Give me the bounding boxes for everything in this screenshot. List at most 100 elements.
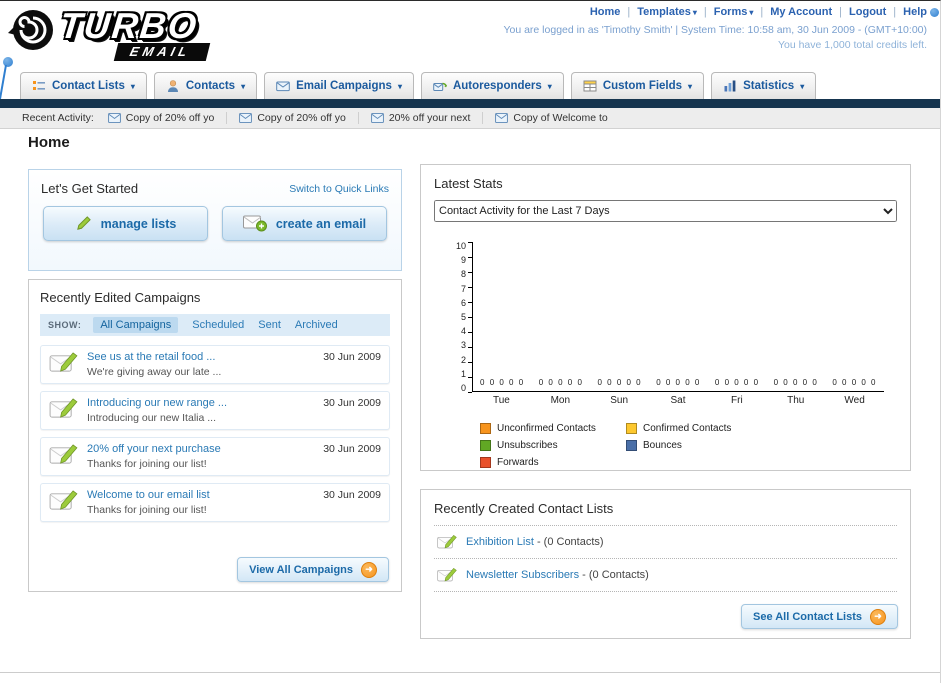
arrow-right-icon: ➜: [870, 608, 886, 625]
envelope-pencil-icon: [437, 534, 457, 549]
recent-activity-item[interactable]: 20% off your next: [370, 112, 484, 124]
campaign-title-link[interactable]: Introducing our new range ...: [87, 397, 314, 409]
x-tick-label: Sun: [610, 395, 629, 406]
y-tick-label: 4: [460, 326, 466, 337]
chevron-down-icon: ▾: [800, 81, 805, 91]
y-tick-label: 9: [460, 255, 466, 266]
switch-quick-links-link[interactable]: Switch to Quick Links: [289, 183, 389, 195]
latest-stats-panel: Latest Stats Contact Activity for the La…: [420, 164, 911, 471]
top-nav-link[interactable]: Forms ▾: [714, 6, 771, 18]
envelope-icon: [370, 113, 384, 123]
recent-activity-item[interactable]: Copy of 20% off yo: [239, 112, 359, 124]
recent-activity-items: Copy of 20% off yo Copy of 20% off yo 20% …: [107, 112, 632, 124]
arrow-right-icon: ➜: [361, 561, 377, 578]
chart-day-group: 0 0 0 0 0: [649, 376, 708, 391]
campaign-row[interactable]: Introducing our new range ... Introducin…: [40, 391, 390, 430]
legend-label: Unsubscribes: [497, 440, 558, 451]
see-all-contact-lists-button[interactable]: See All Contact Lists ➜: [740, 604, 898, 629]
top-nav-link[interactable]: Templates ▾: [637, 6, 713, 18]
custom-fields-icon: [583, 79, 597, 93]
header: TURBO EMAIL HomeTemplates▾Forms▾My Accou…: [0, 1, 940, 107]
nav-tabs: Contact Lists ▾ Contacts ▾ Email Campaig…: [0, 69, 940, 99]
legend-item: Bounces: [626, 440, 772, 451]
campaign-rows: See us at the retail food ... We're givi…: [40, 345, 390, 522]
recent-activity-bar: Recent Activity: Copy of 20% off yo Copy …: [0, 108, 940, 129]
campaign-title-link[interactable]: 20% off your next purchase: [87, 443, 314, 455]
campaign-filter-tab[interactable]: Sent: [258, 319, 281, 331]
legend-label: Bounces: [643, 440, 682, 451]
envelope-icon: [239, 113, 253, 123]
campaign-filter-tab[interactable]: All Campaigns: [93, 317, 179, 333]
nav-tab-custom-fields[interactable]: Custom Fields ▾: [570, 72, 705, 99]
campaign-subtitle: We're giving away our late ...: [87, 366, 222, 378]
campaign-date: 30 Jun 2009: [323, 351, 381, 363]
campaigns-panel-title: Recently Edited Campaigns: [40, 290, 201, 305]
footer-divider: [0, 672, 940, 673]
view-all-campaigns-button[interactable]: View All Campaigns ➜: [237, 557, 389, 582]
envelope-icon: [495, 113, 509, 123]
legend-item: Confirmed Contacts: [626, 423, 772, 434]
recently-edited-campaigns-panel: Recently Edited Campaigns SHOW: All Camp…: [28, 279, 402, 592]
envelope-pencil-icon: [49, 352, 78, 372]
chart-day-group: 0 0 0 0 0: [590, 376, 649, 391]
campaign-filters-bar: SHOW: All Campaigns Scheduled Sent Archived: [40, 314, 390, 336]
create-email-button[interactable]: create an email: [222, 206, 387, 241]
nav-tab-label: Contact Lists: [52, 80, 125, 92]
campaign-filter-tab[interactable]: Archived: [295, 319, 338, 331]
envelope-plus-icon: [242, 215, 267, 232]
manage-lists-button[interactable]: manage lists: [43, 206, 208, 241]
app-logo[interactable]: TURBO EMAIL: [8, 5, 278, 63]
y-tick-label: 8: [460, 269, 466, 280]
nav-tab-contacts[interactable]: Contacts ▾: [153, 72, 258, 99]
campaign-date: 30 Jun 2009: [323, 397, 381, 409]
contact-list-item[interactable]: Exhibition List - (0 Contacts): [434, 525, 897, 558]
logo-wordmark: TURBO: [57, 5, 201, 46]
help-bubble-dot-icon[interactable]: [930, 8, 939, 17]
stats-panel-title: Latest Stats: [434, 176, 503, 191]
contact-list-link[interactable]: Exhibition List: [466, 536, 534, 548]
recent-activity-label: Recent Activity:: [22, 112, 94, 124]
x-tick-label: Tue: [492, 395, 510, 406]
top-nav-link[interactable]: Logout: [849, 6, 903, 18]
application-window: TURBO EMAIL HomeTemplates▾Forms▾My Accou…: [0, 0, 941, 683]
nav-tab-contact-lists[interactable]: Contact Lists ▾: [20, 72, 147, 99]
campaign-row[interactable]: 20% off your next purchase Thanks for jo…: [40, 437, 390, 476]
session-info: You are logged in as 'Timothy Smith' | S…: [503, 24, 927, 36]
legend-swatch: [480, 423, 491, 434]
chevron-down-icon: ▾: [688, 81, 693, 91]
main-navigation: Contact Lists ▾ Contacts ▾ Email Campaig…: [0, 69, 940, 108]
contact-list-item[interactable]: Newsletter Subscribers - (0 Contacts): [434, 558, 897, 591]
chevron-down-icon: ▾: [749, 8, 754, 17]
statistics-icon: [723, 79, 737, 93]
chart-value-labels: 0 0 0 0 0: [832, 378, 877, 387]
campaign-title-link[interactable]: See us at the retail food ...: [87, 351, 314, 363]
recent-activity-item[interactable]: Copy of 20% off yo: [107, 112, 228, 124]
nav-tab-autoresponders[interactable]: Autoresponders ▾: [420, 72, 564, 99]
top-nav-link[interactable]: My Account: [770, 6, 849, 18]
campaign-row[interactable]: See us at the retail food ... We're givi…: [40, 345, 390, 384]
chevron-down-icon: ▾: [547, 81, 552, 91]
contact-lists-panel-title: Recently Created Contact Lists: [434, 501, 614, 516]
chart-day-group: 0 0 0 0 0: [532, 376, 591, 391]
contact-list-link[interactable]: Newsletter Subscribers: [466, 569, 579, 581]
envelope-pencil-icon: [49, 490, 78, 510]
contact-lists-icon: [32, 79, 46, 93]
stats-range-select[interactable]: Contact Activity for the Last 7 Days: [434, 200, 897, 222]
page-title: Home: [28, 134, 70, 151]
nav-tab-label: Contacts: [185, 80, 236, 92]
chart-day-group: 0 0 0 0 0: [473, 376, 532, 391]
chart-plot-area: 0 0 0 0 0 0 0 0 0 0 0 0 0 0 0 0 0 0 0 0 …: [468, 242, 884, 393]
y-tick-label: 6: [460, 297, 466, 308]
top-nav-link[interactable]: Help: [903, 6, 927, 18]
y-tick-label: 0: [460, 382, 466, 393]
legend-item: Unsubscribes: [480, 440, 626, 451]
legend-item: Unconfirmed Contacts: [480, 423, 626, 434]
campaign-row[interactable]: Welcome to our email list Thanks for joi…: [40, 483, 390, 522]
top-nav-link[interactable]: Home: [590, 6, 637, 18]
recent-activity-item[interactable]: Copy of Welcome to: [495, 112, 619, 124]
campaign-filter-tab[interactable]: Scheduled: [192, 319, 244, 331]
campaign-title-link[interactable]: Welcome to our email list: [87, 489, 314, 501]
nav-tab-email-campaigns[interactable]: Email Campaigns ▾: [264, 72, 414, 99]
legend-item: Forwards: [480, 457, 626, 468]
nav-tab-statistics[interactable]: Statistics ▾: [711, 72, 817, 99]
